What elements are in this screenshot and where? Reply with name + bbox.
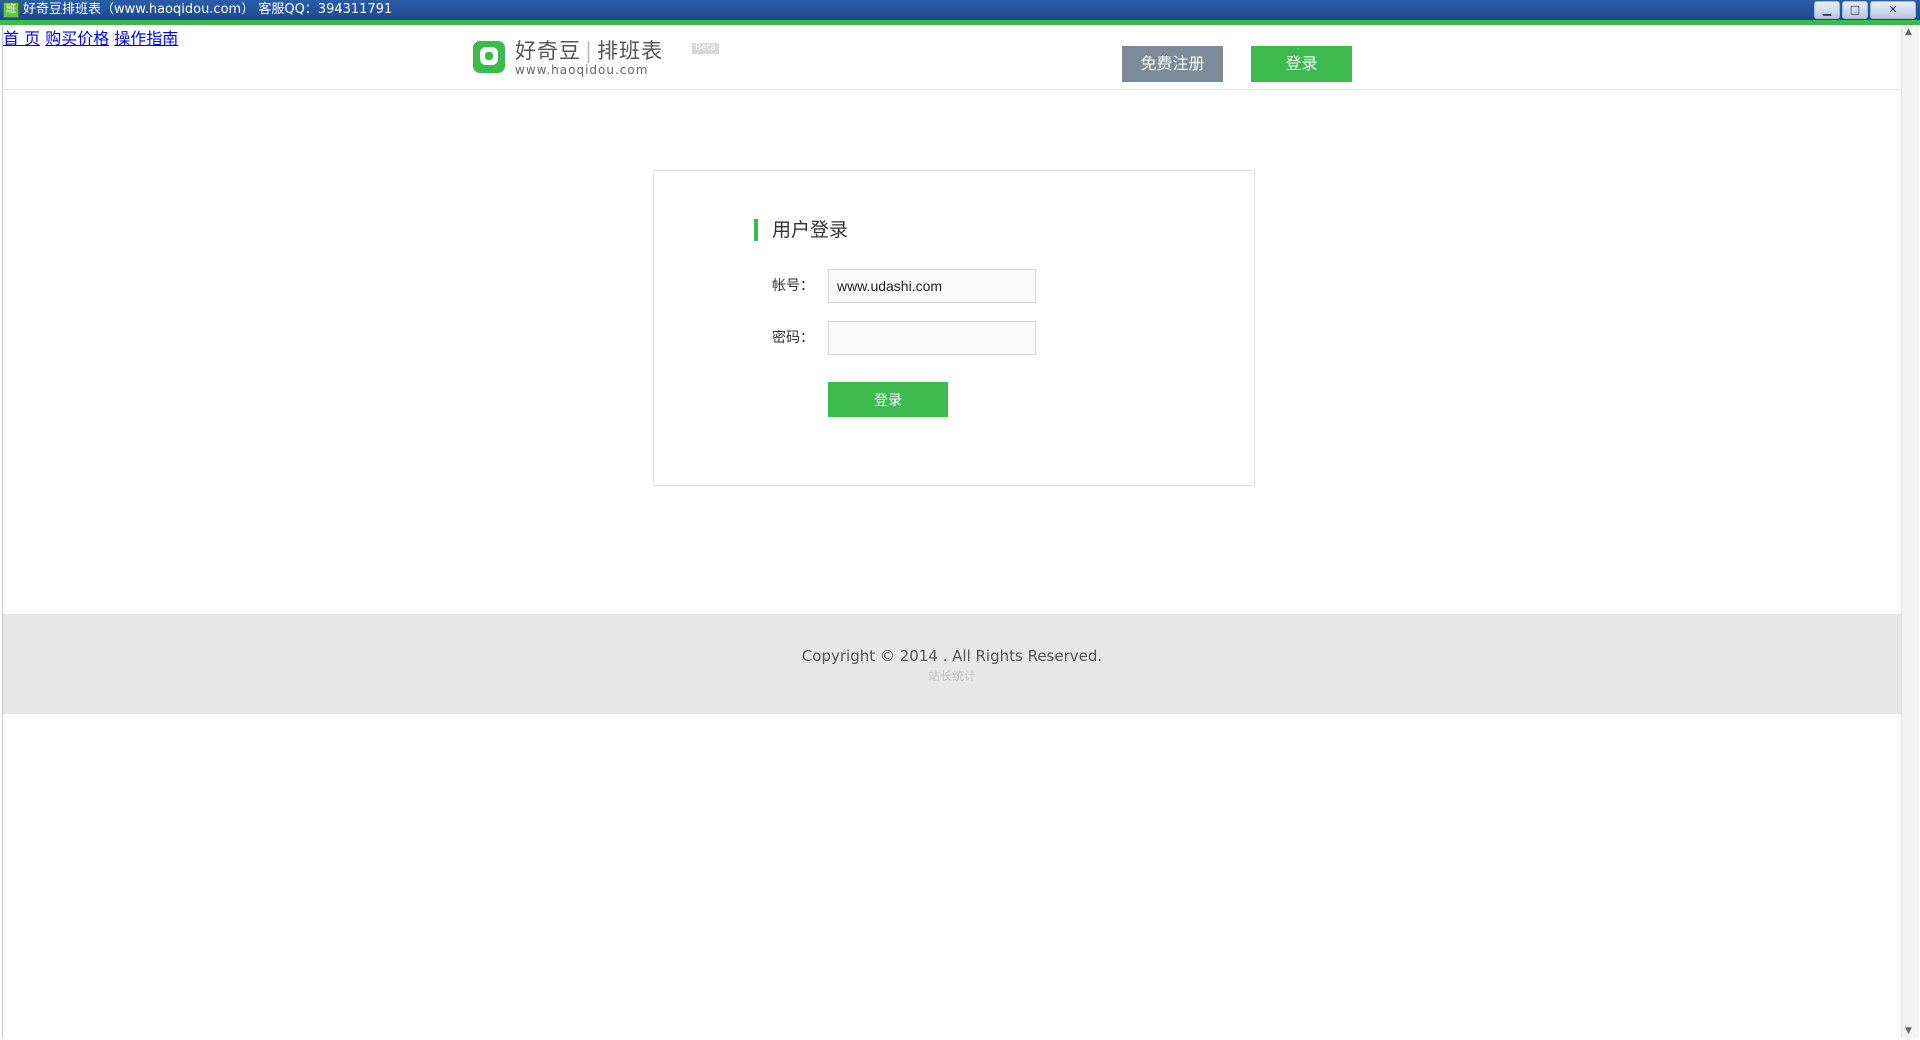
header-login-button[interactable]: 登录 (1251, 46, 1352, 82)
page-viewport: 好奇豆 | 排班表 www.haoqidou.com Beta 首 页 购买价格 操… (2, 25, 1901, 1038)
app-icon: 班 (3, 2, 19, 18)
logo-brand: 好奇豆 (515, 39, 581, 63)
nav-home[interactable]: 首 页 (3, 29, 40, 48)
site-header: 好奇豆 | 排班表 www.haoqidou.com Beta 首 页 购买价格 操… (3, 25, 1901, 90)
password-input[interactable] (828, 321, 1036, 355)
main-nav: 首 页 购买价格 操作指南 (3, 25, 1901, 49)
login-title: 用户登录 (754, 219, 848, 241)
minimize-icon[interactable]: ▁ (1814, 1, 1840, 19)
haoqidou-logo-icon (473, 41, 505, 73)
account-label: 帐号： (772, 278, 814, 294)
window-controls: ▁ □ ✕ (1814, 1, 1916, 19)
vertical-scrollbar[interactable]: ▲ ▼ (1901, 25, 1919, 1038)
login-panel: 用户登录 帐号： 密码： 登录 (653, 170, 1255, 486)
free-register-button[interactable]: 免费注册 (1122, 46, 1223, 82)
nav-guide[interactable]: 操作指南 (114, 29, 178, 48)
site-logo[interactable]: 好奇豆 | 排班表 www.haoqidou.com (473, 39, 663, 77)
login-submit-button[interactable]: 登录 (828, 382, 948, 417)
close-icon[interactable]: ✕ (1870, 1, 1916, 19)
account-input[interactable] (828, 269, 1036, 303)
nav-pricing[interactable]: 购买价格 (45, 29, 109, 48)
logo-product: 排班表 (597, 39, 664, 63)
site-stats-link[interactable]: 站长统计 (3, 667, 1901, 684)
password-label: 密码： (772, 330, 814, 346)
maximize-icon[interactable]: □ (1842, 1, 1868, 19)
window-title: 好奇豆排班表（www.haoqidou.com） 客服QQ：394311791 (23, 2, 393, 17)
beta-badge: Beta (692, 43, 719, 54)
logo-separator: | (585, 39, 594, 63)
scroll-down-icon[interactable]: ▼ (1905, 1026, 1912, 1036)
logo-url: www.haoqidou.com (515, 63, 649, 77)
scroll-up-icon[interactable]: ▲ (1905, 27, 1912, 37)
site-footer: Copyright © 2014 . All Rights Reserved. … (3, 614, 1901, 714)
copyright-text: Copyright © 2014 . All Rights Reserved. (801, 647, 1103, 665)
window-title-bar: 班 好奇豆排班表（www.haoqidou.com） 客服QQ：39431179… (0, 0, 1920, 20)
